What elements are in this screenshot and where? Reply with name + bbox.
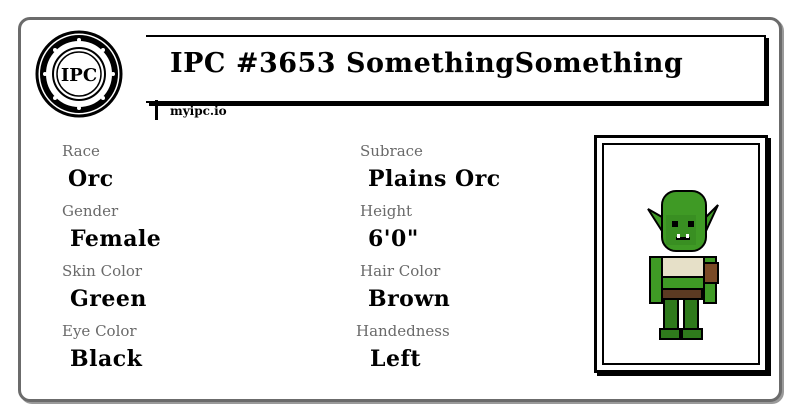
hair-color-value: Brown	[368, 286, 451, 312]
gender-value: Female	[70, 226, 162, 252]
eye-color-label: Eye Color	[62, 322, 137, 340]
race-value: Orc	[68, 166, 114, 192]
handedness-label: Handedness	[356, 322, 450, 340]
portrait-inner-frame	[602, 143, 760, 365]
race-label: Race	[62, 142, 100, 160]
orc-character-sprite-icon	[647, 190, 719, 340]
portrait-frame	[594, 135, 768, 373]
page-title: IPC #3653 SomethingSomething	[170, 48, 684, 79]
height-value: 6'0"	[368, 226, 419, 252]
height-label: Height	[360, 202, 413, 220]
title-divider	[155, 100, 158, 120]
gender-label: Gender	[62, 202, 119, 220]
site-link[interactable]: myipc.io	[170, 104, 227, 118]
skin-color-value: Green	[70, 286, 147, 312]
skin-color-label: Skin Color	[62, 262, 143, 280]
handedness-value: Left	[370, 346, 422, 372]
ipc-logo: IPC	[35, 30, 123, 118]
subrace-label: Subrace	[360, 142, 423, 160]
hair-color-label: Hair Color	[360, 262, 441, 280]
logo-text: IPC	[61, 65, 97, 86]
eye-color-value: Black	[70, 346, 143, 372]
subrace-value: Plains Orc	[368, 166, 501, 192]
